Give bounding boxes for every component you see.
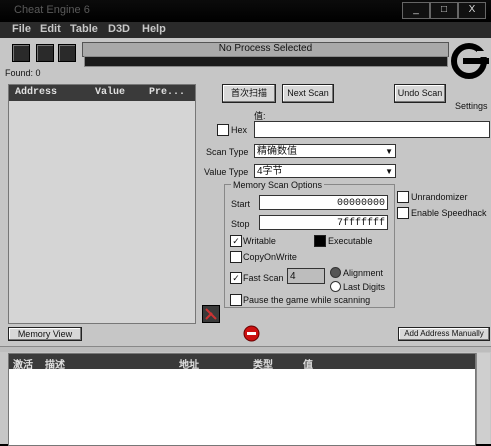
fast-scan-label: Fast Scan <box>243 273 284 283</box>
speedhack-label: Enable Speedhack <box>411 208 487 218</box>
menu-bar: File Edit Table D3D Help <box>0 22 491 38</box>
column-description[interactable]: 描述 <box>45 356 65 371</box>
column-address[interactable]: Address <box>15 87 57 98</box>
fast-scan-checkbox[interactable]: ✓ <box>230 272 242 284</box>
scan-progress-bar <box>84 56 448 67</box>
last-digits-radio[interactable] <box>330 281 341 292</box>
scan-type-value: 精确数值 <box>257 146 297 157</box>
address-table-header: 激活 描述 地址 类型 值 <box>9 354 475 371</box>
settings-label[interactable]: Settings <box>455 101 488 111</box>
minimize-button[interactable]: _ <box>402 2 430 19</box>
menu-file[interactable]: File <box>12 23 31 35</box>
pointer-tool-icon[interactable] <box>202 305 220 323</box>
column-active[interactable]: 激活 <box>13 356 33 371</box>
pause-game-label: Pause the game while scanning <box>243 295 371 305</box>
close-button[interactable]: X <box>458 2 486 19</box>
value-input[interactable] <box>254 121 490 138</box>
save-icon[interactable] <box>58 44 76 62</box>
next-scan-button[interactable]: Next Scan <box>282 84 334 103</box>
title-bar: Cheat Engine 6 _ □ X <box>0 0 491 22</box>
column-type[interactable]: 类型 <box>253 356 273 371</box>
menu-edit[interactable]: Edit <box>40 23 61 35</box>
menu-table[interactable]: Table <box>70 23 98 35</box>
column-value[interactable]: Value <box>95 87 125 98</box>
alignment-label: Alignment <box>343 268 384 278</box>
value-type-value: 4字节 <box>257 166 283 177</box>
found-count: Found: 0 <box>5 68 41 78</box>
pause-game-checkbox[interactable] <box>230 294 242 306</box>
address-table[interactable]: 激活 描述 地址 类型 值 <box>8 353 476 446</box>
unrandomizer-label: Unrandomizer <box>411 192 468 202</box>
menu-d3d[interactable]: D3D <box>108 23 130 35</box>
stop-label: Stop <box>231 219 250 229</box>
open-file-icon[interactable] <box>36 44 54 62</box>
start-label: Start <box>231 199 251 209</box>
chevron-down-icon: ▼ <box>385 147 393 156</box>
writable-checkbox[interactable]: ✓ <box>230 235 242 247</box>
scan-type-select[interactable]: 精确数值 ▼ <box>254 144 396 158</box>
value-type-select[interactable]: 4字节 ▼ <box>254 164 396 178</box>
hex-checkbox[interactable] <box>217 124 229 136</box>
column-value[interactable]: 值 <box>303 356 313 371</box>
results-list[interactable]: Address Value Pre... <box>8 84 196 324</box>
copy-on-write-checkbox[interactable] <box>230 251 242 263</box>
undo-scan-button[interactable]: Undo Scan <box>394 84 446 103</box>
executable-label: Executable <box>328 236 373 246</box>
first-scan-button[interactable]: 首次扫描 <box>222 84 276 103</box>
start-address-input[interactable]: 00000000 <box>259 195 388 210</box>
results-header: Address Value Pre... <box>9 85 195 101</box>
memory-scan-options-title: Memory Scan Options <box>231 180 325 190</box>
value-type-label: Value Type <box>204 167 249 177</box>
fast-scan-alignment-input[interactable]: 4 <box>287 268 325 284</box>
menu-help[interactable]: Help <box>142 23 166 35</box>
vertical-scrollbar[interactable] <box>476 353 490 444</box>
alignment-radio[interactable] <box>330 267 341 278</box>
stop-address-input[interactable]: 7fffffff <box>259 215 388 230</box>
splitter[interactable] <box>0 346 491 352</box>
speedhack-checkbox[interactable] <box>397 207 409 219</box>
hex-label: Hex <box>231 125 248 135</box>
unrandomizer-checkbox[interactable] <box>397 191 409 203</box>
cheat-engine-logo-icon[interactable] <box>449 39 489 101</box>
copy-on-write-label: CopyOnWrite <box>243 252 297 262</box>
column-address[interactable]: 地址 <box>179 356 199 371</box>
process-label: No Process Selected <box>82 42 449 57</box>
scan-type-label: Scan Type <box>206 147 249 157</box>
column-previous[interactable]: Pre... <box>149 87 185 98</box>
open-process-icon[interactable] <box>12 44 30 62</box>
writable-label: Writable <box>243 236 276 246</box>
executable-checkbox[interactable] <box>314 235 326 247</box>
stop-icon[interactable] <box>243 325 260 342</box>
add-address-button[interactable]: Add Address Manually <box>398 327 490 341</box>
memory-view-button[interactable]: Memory View <box>8 327 82 341</box>
maximize-button[interactable]: □ <box>430 2 458 19</box>
chevron-down-icon: ▼ <box>385 167 393 176</box>
window-title: Cheat Engine 6 <box>14 4 90 16</box>
last-digits-label: Last Digits <box>343 282 386 292</box>
